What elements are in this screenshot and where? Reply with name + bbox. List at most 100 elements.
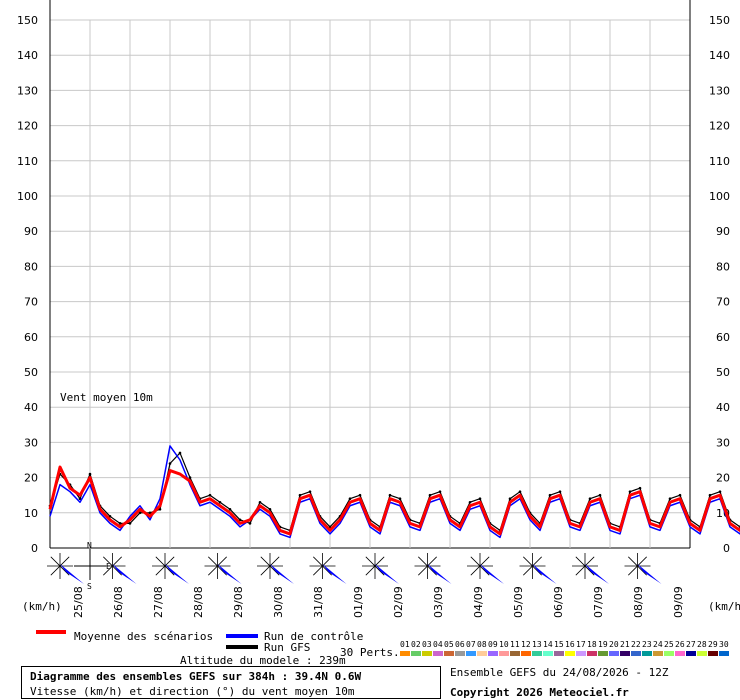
pert-swatch — [422, 651, 432, 656]
x-axis-ticks: 25/08 26/08 27/08 28/08 29/08 30/08 31/08 01/09… — [72, 586, 685, 618]
y-tick-label-right: 130 — [709, 84, 730, 97]
y-tick-label-left: 110 — [17, 155, 38, 168]
wind-arrow-shape — [532, 564, 557, 584]
pert-number: 11 — [510, 640, 520, 649]
gfs-point — [178, 451, 182, 455]
chart-series — [48, 445, 740, 539]
wind-arrow-icon — [624, 553, 662, 584]
y-tick-label-right: 90 — [716, 225, 730, 238]
x-tick-date: 01/09 — [352, 586, 365, 618]
y-tick-label-right: 100 — [709, 190, 730, 203]
wind-arrow-shape — [60, 564, 84, 584]
x-tick-date: 02/09 — [392, 586, 405, 618]
gfs-point — [348, 497, 352, 501]
x-tick-date: 26/08 — [112, 586, 125, 618]
pert-number: 14 — [543, 640, 553, 649]
gfs-point — [518, 490, 522, 493]
wind-arrow-shape — [217, 564, 242, 584]
gfs-point — [308, 490, 312, 493]
pert-swatch — [697, 651, 707, 656]
y-tick-label-left: 50 — [24, 366, 38, 379]
gfs-point — [718, 490, 722, 493]
pert-number: 18 — [587, 640, 597, 649]
y-tick-label-right: 60 — [716, 331, 730, 344]
y-tick-label-right: 40 — [716, 401, 730, 414]
x-tick-date: 04/09 — [472, 586, 485, 618]
chart-grid — [49, 0, 691, 549]
wind-arrow-icon — [47, 553, 84, 584]
pert-number: 16 — [565, 640, 575, 649]
wind-arrow-shape — [112, 564, 137, 584]
y-tick-label-right: 30 — [716, 436, 730, 449]
y-tick-label-right: 140 — [709, 49, 730, 62]
pert-number: 06 — [455, 640, 465, 649]
pert-swatch — [455, 651, 465, 656]
compass-e: E — [106, 562, 111, 571]
perts-label: 30 Perts. — [340, 646, 400, 659]
gfs-point — [268, 507, 272, 511]
y-tick-label-left: 130 — [17, 84, 38, 97]
compass-s: S — [87, 582, 92, 591]
pert-swatch — [477, 651, 487, 656]
wind-arrow-icon — [257, 553, 294, 584]
run-label: Ensemble GEFS du 24/08/2026 - 12Z — [450, 666, 669, 679]
wind-arrow-icon — [414, 553, 452, 584]
pert-number: 20 — [609, 640, 619, 649]
gfs-point — [548, 493, 552, 497]
wind-arrow-icon — [467, 553, 504, 584]
y-tick-label-right: 120 — [709, 120, 730, 133]
footer-title-box: Diagramme des ensembles GEFS sur 384h : … — [21, 666, 441, 699]
wind-arrow-shape — [270, 564, 294, 584]
y-tick-label-left: 40 — [24, 401, 38, 414]
wind-direction-row — [47, 553, 662, 584]
pert-swatch — [620, 651, 630, 656]
pert-number: 27 — [686, 640, 696, 649]
pert-swatch — [675, 651, 685, 656]
footer-title: Diagramme des ensembles GEFS sur 384h : … — [30, 670, 362, 683]
y-tick-label-left: 0 — [31, 542, 38, 555]
x-tick-date: 07/09 — [592, 586, 605, 618]
y-tick-label-right: 80 — [716, 260, 730, 273]
gfs-point — [358, 493, 362, 497]
y-tick-label-left: 90 — [24, 225, 38, 238]
gfs-point — [668, 497, 672, 501]
gfs-point — [508, 497, 512, 501]
pert-number: 25 — [664, 640, 674, 649]
series-line — [48, 465, 740, 536]
gfs-swatch — [226, 645, 258, 649]
pert-swatch — [499, 651, 509, 656]
gfs-label: Run GFS — [264, 641, 311, 654]
pert-swatch — [719, 651, 729, 656]
gfs-point — [588, 497, 592, 501]
pert-swatch — [411, 651, 421, 656]
mean-swatch — [36, 630, 66, 634]
wind-arrow-icon — [204, 553, 242, 584]
x-tick-date: 29/08 — [232, 586, 245, 618]
y-tick-label-left: 20 — [24, 472, 38, 485]
gfs-point — [478, 497, 482, 501]
gfs-point — [598, 493, 602, 497]
x-tick-date: 06/09 — [552, 586, 565, 618]
pert-swatch — [609, 651, 619, 656]
pert-swatch — [653, 651, 663, 656]
pert-swatch — [400, 651, 410, 656]
gfs-point — [228, 507, 232, 511]
gfs-point — [628, 490, 632, 493]
pert-swatch — [708, 651, 718, 656]
pert-number: 12 — [521, 640, 531, 649]
wind-arrow-icon — [309, 553, 347, 584]
wind-arrow-shape — [375, 564, 399, 584]
gfs-point — [298, 493, 302, 497]
pert-number: 08 — [477, 640, 487, 649]
pert-number: 04 — [433, 640, 443, 649]
pert-swatch — [587, 651, 597, 656]
pert-swatch — [686, 651, 696, 656]
pert-swatch — [554, 651, 564, 656]
x-tick-date: 09/09 — [672, 586, 685, 618]
copyright: Copyright 2026 Meteociel.fr — [450, 686, 629, 699]
y-tick-label-left: 100 — [17, 190, 38, 203]
x-tick-date: 27/08 — [152, 586, 165, 618]
y-tick-label-left: 30 — [24, 436, 38, 449]
pert-number: 01 — [400, 640, 410, 649]
y-tick-label-right: 0 — [723, 542, 730, 555]
